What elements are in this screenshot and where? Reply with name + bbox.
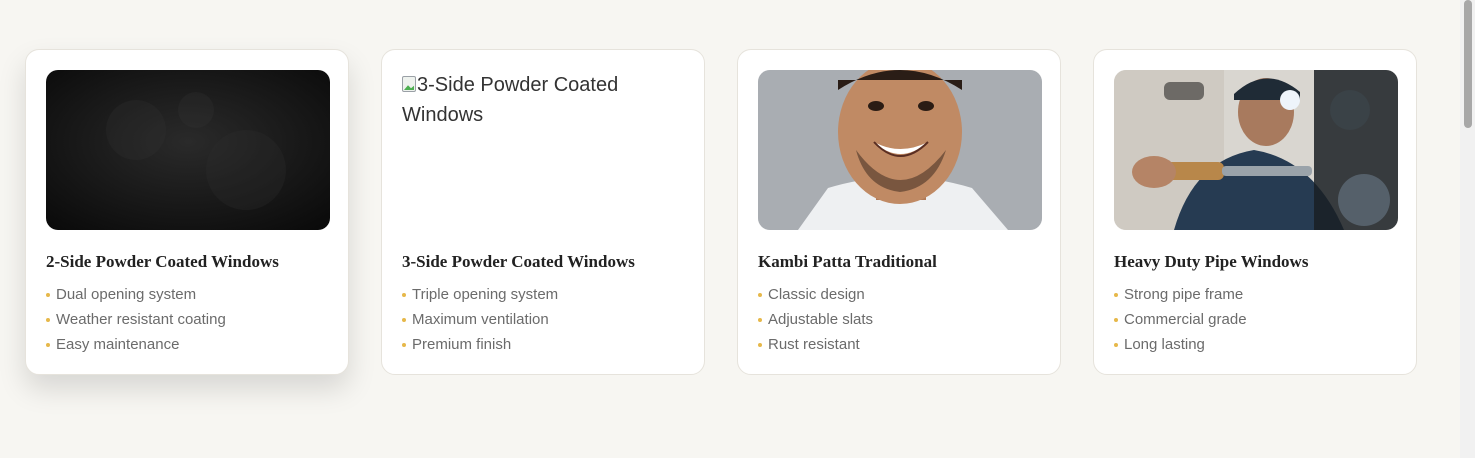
image-alt-text: 3-Side Powder Coated Windows xyxy=(402,74,619,126)
product-card-heavy-duty-pipe[interactable]: Heavy Duty Pipe Windows Strong pipe fram… xyxy=(1093,49,1417,375)
feature-list: Strong pipe frame Commercial grade Long … xyxy=(1114,282,1396,357)
feature-list: Classic design Adjustable slats Rust res… xyxy=(758,282,1040,357)
welder-photo xyxy=(1114,70,1398,230)
product-title: 3-Side Powder Coated Windows xyxy=(402,252,635,271)
product-grid: 2-Side Powder Coated Windows Dual openin… xyxy=(25,49,1417,375)
feature-item: Premium finish xyxy=(402,332,684,357)
feature-item: Adjustable slats xyxy=(758,307,1040,332)
feature-item: Classic design xyxy=(758,282,1040,307)
feature-item: Weather resistant coating xyxy=(46,307,328,332)
product-card-kambi-patta[interactable]: Kambi Patta Traditional Classic design A… xyxy=(737,49,1061,375)
product-image xyxy=(758,70,1042,230)
feature-list: Dual opening system Weather resistant co… xyxy=(46,282,328,357)
feature-item: Commercial grade xyxy=(1114,307,1396,332)
smiling-man-photo xyxy=(758,70,1042,230)
feature-item: Easy maintenance xyxy=(46,332,328,357)
feature-list: Triple opening system Maximum ventilatio… xyxy=(402,282,684,357)
broken-product-image: 3-Side Powder Coated Windows xyxy=(402,70,686,230)
product-image xyxy=(46,70,330,230)
feature-item: Maximum ventilation xyxy=(402,307,684,332)
dark-texture-image xyxy=(46,70,330,230)
feature-item: Rust resistant xyxy=(758,332,1040,357)
product-title: Kambi Patta Traditional xyxy=(758,252,937,271)
product-card-3-side[interactable]: 3-Side Powder Coated Windows 3-Side Powd… xyxy=(381,49,705,375)
feature-item: Triple opening system xyxy=(402,282,684,307)
feature-item: Strong pipe frame xyxy=(1114,282,1396,307)
scrollbar-thumb[interactable] xyxy=(1464,0,1472,128)
product-card-2-side[interactable]: 2-Side Powder Coated Windows Dual openin… xyxy=(25,49,349,375)
product-title: Heavy Duty Pipe Windows xyxy=(1114,252,1309,271)
product-image xyxy=(1114,70,1398,230)
product-title: 2-Side Powder Coated Windows xyxy=(46,252,279,271)
vertical-scrollbar[interactable] xyxy=(1460,0,1475,458)
feature-item: Long lasting xyxy=(1114,332,1396,357)
broken-image-icon xyxy=(402,76,416,92)
feature-item: Dual opening system xyxy=(46,282,328,307)
